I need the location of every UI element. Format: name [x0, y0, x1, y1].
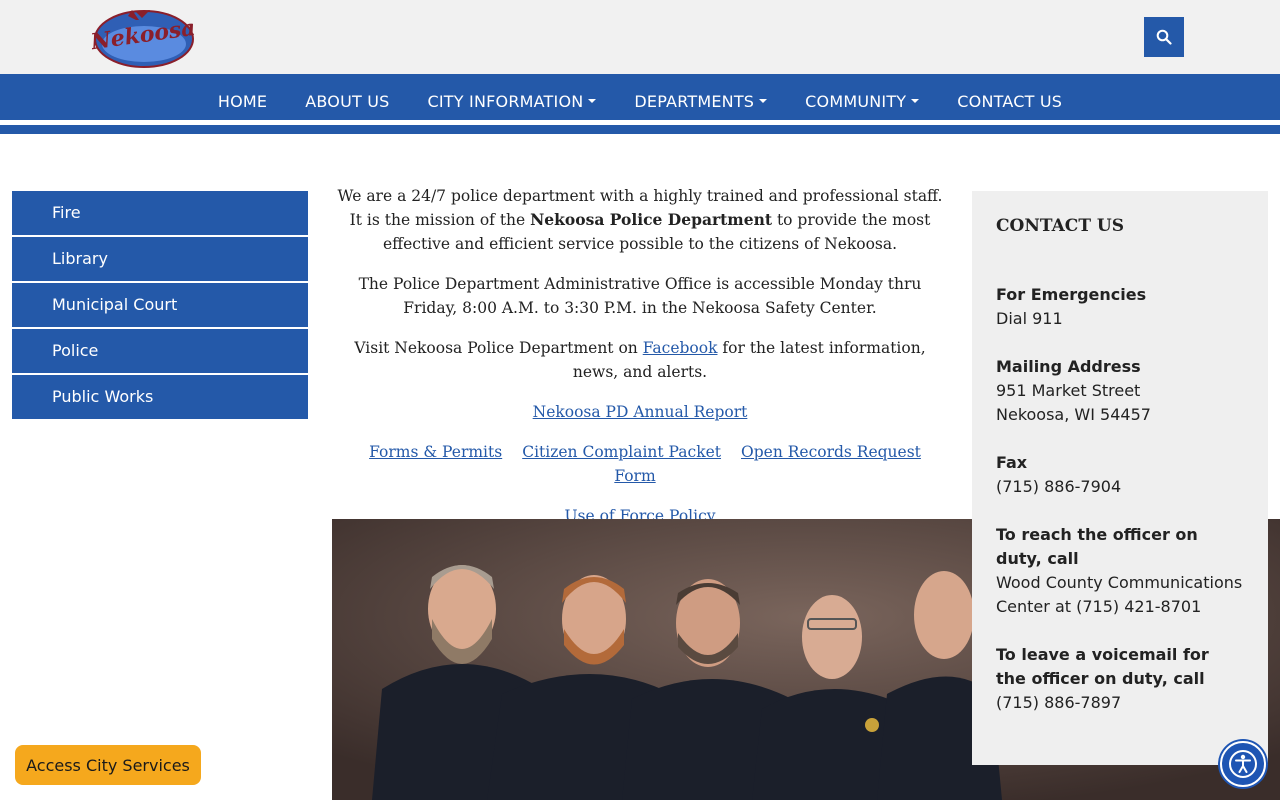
officer-label: To reach the officer on duty, call — [996, 525, 1198, 568]
fax-label: Fax — [996, 453, 1028, 472]
voicemail-block: To leave a voicemail for the officer on … — [996, 643, 1244, 715]
accessibility-button[interactable] — [1220, 741, 1266, 787]
sidebar-item-library[interactable]: Library — [12, 237, 308, 281]
sidebar-item-municipal-court[interactable]: Municipal Court — [12, 283, 308, 327]
emergency-label: For Emergencies — [996, 285, 1147, 304]
accessibility-icon — [1229, 750, 1257, 778]
fax-value: (715) 886-7904 — [996, 477, 1122, 496]
contact-card: CONTACT US For Emergencies Dial 911 Mail… — [972, 191, 1268, 765]
nav-about-us-label: ABOUT US — [305, 91, 390, 111]
department-sidebar: Fire Library Municipal Court Police Publ… — [12, 191, 308, 421]
nav-departments[interactable]: DEPARTMENTS — [634, 91, 768, 111]
sidebar-item-police[interactable]: Police — [12, 329, 308, 373]
officer-block: To reach the officer on duty, call Wood … — [996, 523, 1244, 619]
sidebar-item-public-works[interactable]: Public Works — [12, 375, 308, 419]
nav-about-us[interactable]: ABOUT US — [305, 92, 389, 111]
department-name: Nekoosa Police Department — [530, 210, 773, 229]
annual-report-link[interactable]: Nekoosa PD Annual Report — [533, 403, 748, 421]
annual-report-row: Nekoosa PD Annual Report — [332, 400, 948, 424]
main-content: We are a 24/7 police department with a h… — [332, 184, 948, 544]
site-header: Nekoosa — [0, 0, 1280, 74]
mailing-line-2: Nekoosa, WI 54457 — [996, 405, 1151, 424]
emergency-block: For Emergencies Dial 911 — [996, 283, 1244, 331]
chevron-down-icon — [911, 99, 920, 103]
intro-paragraph: We are a 24/7 police department with a h… — [332, 184, 948, 256]
chevron-down-icon — [588, 99, 597, 103]
nav-community-label: COMMUNITY — [805, 91, 907, 111]
nav-contact-us-label: CONTACT US — [957, 91, 1063, 111]
nav-contact-us[interactable]: CONTACT US — [957, 92, 1062, 111]
voicemail-label: To leave a voicemail for the officer on … — [996, 645, 1209, 688]
city-logo[interactable]: Nekoosa — [88, 6, 197, 68]
nav-home[interactable]: HOME — [218, 92, 267, 111]
nav-divider-stripe — [0, 125, 1280, 134]
forms-links-row: Forms & Permits Citizen Complaint Packet O… — [332, 440, 948, 488]
facebook-link[interactable]: Facebook — [643, 339, 718, 357]
chevron-down-icon — [759, 99, 768, 103]
mailing-line-1: 951 Market Street — [996, 381, 1141, 400]
officer-value: Wood County Communications Center at (71… — [996, 573, 1243, 616]
mailing-block: Mailing Address 951 Market Street Nekoos… — [996, 355, 1244, 427]
contact-title: CONTACT US — [996, 216, 1124, 236]
voicemail-value: (715) 886-7897 — [996, 693, 1122, 712]
nav-departments-label: DEPARTMENTS — [634, 91, 755, 111]
mailing-label: Mailing Address — [996, 357, 1141, 376]
nav-community[interactable]: COMMUNITY — [805, 91, 920, 111]
search-icon — [1156, 29, 1172, 45]
nav-city-information-label: CITY INFORMATION — [427, 91, 584, 111]
nav-city-information[interactable]: CITY INFORMATION — [428, 92, 597, 111]
visit-text-1: Visit Nekoosa Police Department on — [354, 339, 643, 357]
complaint-packet-link[interactable]: Citizen Complaint Packet — [522, 443, 721, 461]
forms-permits-link[interactable]: Forms & Permits — [369, 443, 502, 461]
visit-paragraph: Visit Nekoosa Police Department on Faceb… — [332, 336, 948, 384]
nav-home-label: HOME — [217, 91, 268, 111]
hours-paragraph: The Police Department Administrative Off… — [358, 275, 922, 317]
fax-block: Fax (715) 886-7904 — [996, 451, 1244, 499]
main-nav: HOME ABOUT US CITY INFORMATION DEPARTMEN… — [0, 74, 1280, 120]
search-button[interactable] — [1144, 17, 1184, 57]
emergency-value: Dial 911 — [996, 309, 1063, 328]
access-city-services-button[interactable]: Access City Services — [15, 745, 201, 785]
sidebar-item-fire[interactable]: Fire — [12, 191, 308, 235]
